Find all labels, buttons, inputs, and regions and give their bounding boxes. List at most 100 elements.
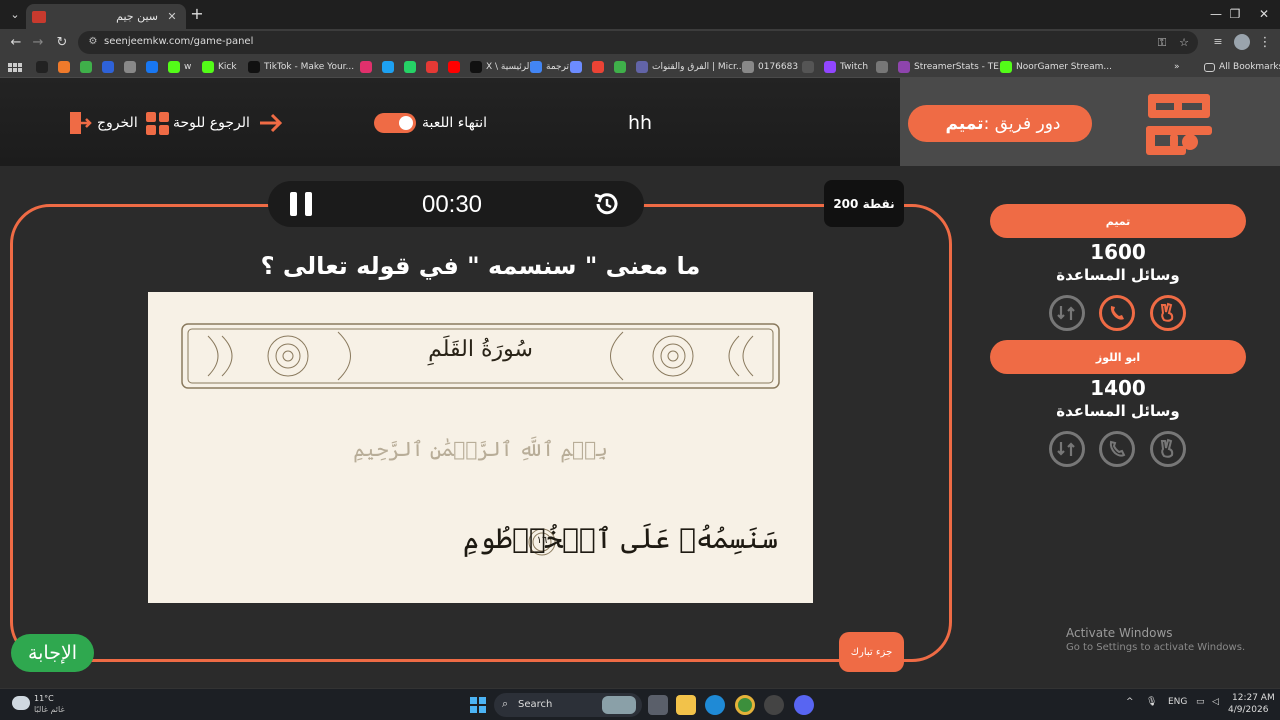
clock-date[interactable]: 4/9/2026 bbox=[1228, 705, 1268, 715]
forward-arrow-icon[interactable]: → bbox=[28, 33, 48, 53]
bookmark-favicon-icon bbox=[36, 61, 48, 73]
start-windows-icon[interactable] bbox=[470, 697, 486, 713]
two-answers-icon[interactable] bbox=[1150, 431, 1186, 467]
bookmark-item[interactable] bbox=[802, 59, 818, 75]
bookmark-favicon-icon bbox=[124, 61, 136, 73]
bookmark-item[interactable] bbox=[124, 59, 140, 75]
bookmark-label: Kick bbox=[218, 62, 237, 72]
tab-close-icon[interactable]: ✕ bbox=[164, 10, 180, 23]
reload-icon[interactable]: ↻ bbox=[52, 33, 72, 53]
exit-door-icon bbox=[70, 112, 92, 134]
volume-icon[interactable]: ◁ bbox=[1212, 697, 1219, 707]
bookmark-item[interactable]: NoorGamer Stream... bbox=[1000, 59, 1112, 75]
board-grid-button[interactable]: الرجوع للوحة bbox=[146, 110, 250, 136]
call-friend-icon[interactable] bbox=[1099, 295, 1135, 331]
bookmark-item[interactable] bbox=[448, 59, 464, 75]
verse-text: سَنَسِمُهُۥ عَلَى ٱلۡخُرۡطُومِ bbox=[462, 522, 778, 555]
restart-timer-icon[interactable] bbox=[592, 190, 620, 218]
bookmark-item[interactable]: TikTok - Make Your... bbox=[248, 59, 354, 75]
site-info-icon[interactable]: ⚙ bbox=[86, 35, 100, 49]
password-key-icon[interactable]: ⚿ bbox=[1154, 35, 1170, 51]
network-icon[interactable]: ▭ bbox=[1196, 697, 1205, 707]
bookmark-item[interactable]: StreamerStats - TE... bbox=[898, 59, 1008, 75]
bookmark-item[interactable]: الفرق والقنوات | Micr... bbox=[636, 59, 745, 75]
end-game-label: انتهاء اللعبة bbox=[422, 115, 488, 131]
bookmark-favicon-icon bbox=[898, 61, 910, 73]
bookmark-item[interactable]: w bbox=[168, 59, 191, 75]
bookmark-item[interactable] bbox=[614, 59, 630, 75]
bookmark-item[interactable] bbox=[102, 59, 118, 75]
close-window-button[interactable]: ✕ bbox=[1244, 4, 1280, 24]
back-to-board-button[interactable] bbox=[258, 110, 284, 136]
bookmark-item[interactable]: ترجمة bbox=[530, 59, 569, 75]
edge-icon[interactable] bbox=[705, 695, 725, 715]
bookmark-item[interactable] bbox=[58, 59, 74, 75]
tray-overflow-icon[interactable]: ^ bbox=[1126, 697, 1134, 707]
end-game-toggle[interactable] bbox=[374, 113, 416, 133]
taskbar-search-label: Search bbox=[518, 699, 553, 710]
back-arrow-icon[interactable]: ← bbox=[6, 33, 26, 53]
url-text[interactable]: seenjeemkw.com/game-panel bbox=[104, 36, 253, 47]
basmala-text: بِسۡمِ ٱللَّهِ ٱلرَّحۡمَٰنِ ٱلرَّحِيمِ bbox=[353, 437, 608, 461]
bookmark-label: Twitch bbox=[840, 62, 869, 72]
bookmark-item[interactable] bbox=[80, 59, 96, 75]
bookmark-item[interactable] bbox=[382, 59, 398, 75]
address-bar[interactable]: ⚙ seenjeemkw.com/game-panel ⚿ ☆ bbox=[78, 31, 1198, 54]
weather-cloud-icon[interactable] bbox=[12, 696, 30, 710]
file-explorer-icon[interactable] bbox=[676, 695, 696, 715]
task-view-icon[interactable] bbox=[648, 695, 668, 715]
grid-icon bbox=[146, 111, 169, 135]
two-answers-icon[interactable] bbox=[1150, 295, 1186, 331]
browser-tab-active[interactable]: سين جيم ✕ bbox=[26, 4, 186, 29]
bookmark-item[interactable] bbox=[426, 59, 442, 75]
bookmarks-overflow-icon[interactable]: » bbox=[1174, 59, 1180, 75]
bookmark-item[interactable] bbox=[360, 59, 376, 75]
turn-indicator: دور فريق : تميم bbox=[908, 105, 1092, 142]
bookmark-item[interactable]: Twitch bbox=[824, 59, 868, 75]
bookmark-item[interactable]: 0176683 bbox=[742, 59, 798, 75]
team-2-name[interactable]: ابو اللوز bbox=[990, 340, 1246, 374]
answer-button[interactable]: الإجابة bbox=[11, 634, 94, 672]
bookmark-item[interactable]: Kick bbox=[202, 59, 237, 75]
bookmark-item[interactable] bbox=[404, 59, 420, 75]
chrome-icon[interactable] bbox=[735, 695, 755, 715]
discord-icon[interactable] bbox=[794, 695, 814, 715]
end-game-button[interactable]: انتهاء اللعبة bbox=[374, 110, 487, 136]
microphone-icon[interactable]: 🎙 bbox=[1146, 697, 1157, 707]
bookmark-label: StreamerStats - TE... bbox=[914, 62, 1008, 72]
swap-question-icon[interactable] bbox=[1049, 431, 1085, 467]
team-1-score: 1600 bbox=[1090, 240, 1146, 264]
swap-question-icon[interactable] bbox=[1049, 295, 1085, 331]
all-bookmarks[interactable]: All Bookmarks bbox=[1204, 59, 1280, 75]
app-icon[interactable] bbox=[764, 695, 784, 715]
taskbar-search[interactable]: ⌕ Search bbox=[494, 693, 642, 717]
weather-description[interactable]: غائم غالبًا bbox=[34, 705, 65, 714]
browser-tab-bar: ⌄ سين جيم ✕ + — ❐ ✕ bbox=[0, 0, 1280, 29]
apps-grid-icon[interactable] bbox=[8, 59, 22, 75]
tab-search-icon[interactable]: ⌄ bbox=[4, 5, 26, 23]
bookmarks-bar: w Kick TikTok - Make Your... X \ الرئيسية تر… bbox=[0, 56, 1280, 78]
profile-avatar[interactable] bbox=[1234, 34, 1250, 50]
browser-menu-icon[interactable]: ⋮ bbox=[1258, 33, 1272, 53]
pause-icon[interactable] bbox=[290, 192, 312, 216]
language-indicator[interactable]: ENG bbox=[1168, 697, 1187, 707]
bookmark-favicon-icon bbox=[168, 61, 180, 73]
bookmark-item[interactable] bbox=[876, 59, 892, 75]
bookmark-favicon-icon bbox=[470, 61, 482, 73]
new-tab-button[interactable]: + bbox=[188, 5, 206, 23]
bookmark-star-icon[interactable]: ☆ bbox=[1176, 35, 1192, 51]
windows-taskbar: 11°C غائم غالبًا ⌕ Search ^ 🎙 ENG ▭ ◁ 12… bbox=[0, 688, 1280, 720]
team-1-name[interactable]: تميم bbox=[990, 204, 1246, 238]
bookmark-item[interactable] bbox=[146, 59, 162, 75]
exit-button[interactable]: الخروج bbox=[68, 110, 138, 136]
weather-temperature[interactable]: 11°C bbox=[34, 694, 54, 703]
bookmark-favicon-icon bbox=[202, 61, 214, 73]
bookmark-item[interactable] bbox=[592, 59, 608, 75]
call-friend-icon[interactable] bbox=[1099, 431, 1135, 467]
seen-jeem-logo bbox=[1146, 94, 1212, 155]
bookmark-item[interactable] bbox=[36, 59, 52, 75]
clock-time[interactable]: 12:27 AM bbox=[1232, 693, 1275, 703]
reading-list-icon[interactable]: ≡ bbox=[1210, 34, 1226, 50]
bookmark-item[interactable] bbox=[570, 59, 586, 75]
bookmark-item[interactable]: X \ الرئيسية bbox=[470, 59, 532, 75]
